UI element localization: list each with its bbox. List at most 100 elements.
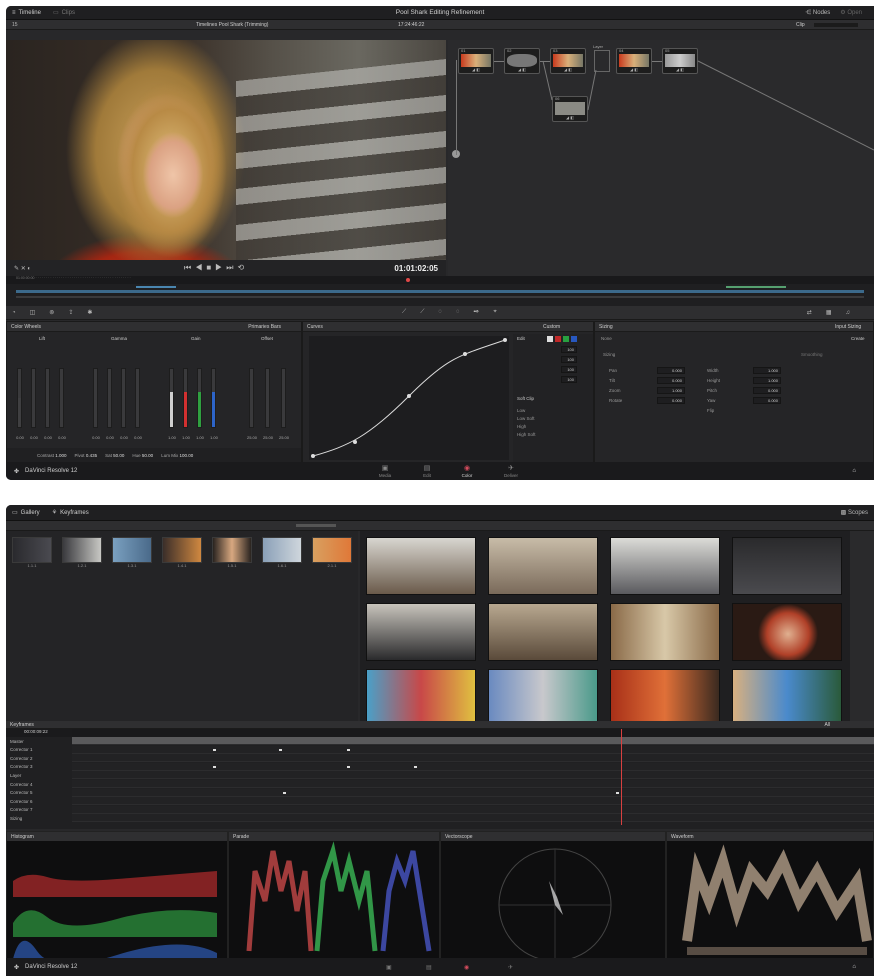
- still-thumb[interactable]: 1.5.1: [212, 537, 252, 568]
- keyframe-row[interactable]: Corrector 7: [6, 805, 874, 814]
- g-intensity[interactable]: 100: [561, 366, 577, 373]
- keyframe-track[interactable]: [72, 805, 874, 814]
- preset-dropdown[interactable]: None: [601, 336, 612, 341]
- gamma-r-bar[interactable]: [107, 368, 112, 428]
- offset-b-bar[interactable]: [281, 368, 286, 428]
- zoom-field[interactable]: 1.000: [657, 387, 685, 394]
- gamma-g-bar[interactable]: [121, 368, 126, 428]
- keyframe-track[interactable]: [72, 814, 874, 823]
- page-color[interactable]: ◉ Color: [456, 465, 478, 478]
- keyframe-track[interactable]: [72, 797, 874, 806]
- keyframe-marker[interactable]: [347, 765, 350, 768]
- keyframe-row[interactable]: Layer: [6, 771, 874, 780]
- thumb-size-slider[interactable]: [296, 524, 336, 527]
- clip-thumb[interactable]: [610, 603, 720, 661]
- rotate-field[interactable]: 0.000: [657, 397, 685, 404]
- clip-thumb[interactable]: [488, 669, 598, 727]
- gamma-y-bar[interactable]: [93, 368, 98, 428]
- lift-y-bar[interactable]: [17, 368, 22, 428]
- lift-b-bar[interactable]: [59, 368, 64, 428]
- still-thumb[interactable]: 1.6.1: [262, 537, 302, 568]
- clip-thumb[interactable]: [732, 537, 842, 595]
- keyframe-marker[interactable]: [213, 748, 216, 751]
- keyframe-marker[interactable]: [414, 765, 417, 768]
- curves-mode-dropdown[interactable]: Custom: [543, 324, 560, 330]
- gain-g-bar[interactable]: [197, 368, 202, 428]
- page-edit[interactable]: ▤ Edit: [416, 465, 438, 478]
- keyframe-row[interactable]: Corrector 4: [6, 780, 874, 788]
- keyframe-row[interactable]: Corrector 1: [6, 745, 874, 754]
- page-edit[interactable]: ▤: [426, 964, 432, 971]
- page-media[interactable]: ▣: [386, 964, 392, 971]
- home-icon[interactable]: ⌂: [852, 468, 856, 474]
- tab-scopes[interactable]: ▩ Scopes: [841, 509, 868, 516]
- page-deliver[interactable]: ✈ Deliver: [500, 465, 522, 478]
- clip-thumb[interactable]: [366, 537, 476, 595]
- create-button[interactable]: Create: [851, 336, 865, 341]
- tab-keyframes[interactable]: ⚘ Keyframes: [52, 509, 89, 517]
- still-thumb[interactable]: 1.1.1: [12, 537, 52, 568]
- keyframe-track[interactable]: [72, 788, 874, 797]
- keyframe-track[interactable]: [72, 771, 874, 780]
- curve-graph[interactable]: [309, 336, 509, 460]
- clip-thumb[interactable]: [366, 669, 476, 727]
- gain-r-bar[interactable]: [183, 368, 188, 428]
- clip-thumb[interactable]: [732, 603, 842, 661]
- keyframe-row[interactable]: Corrector 5: [6, 788, 874, 797]
- tool-icons[interactable]: ✎ ✕ ◐: [14, 265, 31, 272]
- home-icon[interactable]: ⌂: [852, 964, 856, 970]
- contrast-control[interactable]: Contrast 1.000: [37, 453, 67, 458]
- offset-r-bar[interactable]: [249, 368, 254, 428]
- mini-timeline[interactable]: 01:00:00:00 · · · · · · · · · · · · · · …: [6, 276, 874, 306]
- tab-clips[interactable]: ▭ Clips: [53, 9, 75, 17]
- still-thumb[interactable]: 1.4.1: [162, 537, 202, 568]
- keyframe-row[interactable]: Corrector 3: [6, 762, 874, 771]
- lum-mix-control[interactable]: Lum Mix 100.00: [161, 453, 193, 458]
- tab-open[interactable]: ⚙ Open: [840, 9, 862, 16]
- tab-nodes[interactable]: ⋲ Nodes: [805, 9, 830, 16]
- clip-thumb[interactable]: [488, 603, 598, 661]
- page-media[interactable]: ▣ Media: [374, 465, 396, 478]
- playhead[interactable]: [406, 278, 410, 282]
- keyframe-row[interactable]: Sizing: [6, 814, 874, 823]
- keyframe-marker[interactable]: [279, 748, 282, 751]
- tab-timeline[interactable]: ≡ Timeline: [12, 10, 41, 16]
- viewer-title[interactable]: Timelines Pool Shark (Trimming): [196, 22, 268, 28]
- tab-gallery[interactable]: ▭ Gallery: [12, 509, 40, 517]
- keyframe-track[interactable]: [72, 780, 874, 788]
- keyframe-row[interactable]: Corrector 2: [6, 754, 874, 763]
- sizing-mode-dropdown[interactable]: Input Sizing: [835, 324, 861, 330]
- transport-controls[interactable]: ⏮◀■▶⏭⟲: [184, 263, 248, 273]
- clip-thumb[interactable]: [366, 603, 476, 661]
- still-thumb[interactable]: 1.3.1: [112, 537, 152, 568]
- still-thumb[interactable]: 1.2.1: [62, 537, 102, 568]
- palette-icons-right[interactable]: ⇄▦♫: [807, 309, 864, 316]
- page-color[interactable]: ◉: [464, 964, 469, 971]
- hue-control[interactable]: Hue 50.00: [132, 453, 153, 458]
- clip-thumb[interactable]: [488, 537, 598, 595]
- keyframe-track[interactable]: [72, 754, 874, 763]
- gamma-b-bar[interactable]: [135, 368, 140, 428]
- clip-mode-dropdown[interactable]: Clip: [796, 22, 805, 28]
- keyframe-marker[interactable]: [347, 748, 350, 751]
- y-intensity[interactable]: 100: [561, 346, 577, 353]
- gain-b-bar[interactable]: [211, 368, 216, 428]
- page-deliver[interactable]: ✈: [508, 964, 513, 971]
- gain-y-bar[interactable]: [169, 368, 174, 428]
- offset-g-bar[interactable]: [265, 368, 270, 428]
- node-zoom-slider[interactable]: [814, 23, 858, 27]
- keyframe-marker[interactable]: [616, 791, 619, 794]
- sat-control[interactable]: Sat 50.00: [105, 453, 124, 458]
- width-field[interactable]: 1.000: [753, 367, 781, 374]
- keyframe-playhead[interactable]: [621, 729, 622, 825]
- height-field[interactable]: 1.000: [753, 377, 781, 384]
- channel-toggles[interactable]: [547, 336, 577, 342]
- pan-field[interactable]: 0.000: [657, 367, 685, 374]
- clip-thumb[interactable]: [610, 669, 720, 727]
- yaw-field[interactable]: 0.000: [753, 397, 781, 404]
- still-thumb[interactable]: 2.1.1: [312, 537, 352, 568]
- tilt-field[interactable]: 0.000: [657, 377, 685, 384]
- clip-thumb[interactable]: [610, 537, 720, 595]
- pivot-control[interactable]: Pivot 0.435: [75, 453, 98, 458]
- keyframe-row[interactable]: Corrector 6: [6, 797, 874, 806]
